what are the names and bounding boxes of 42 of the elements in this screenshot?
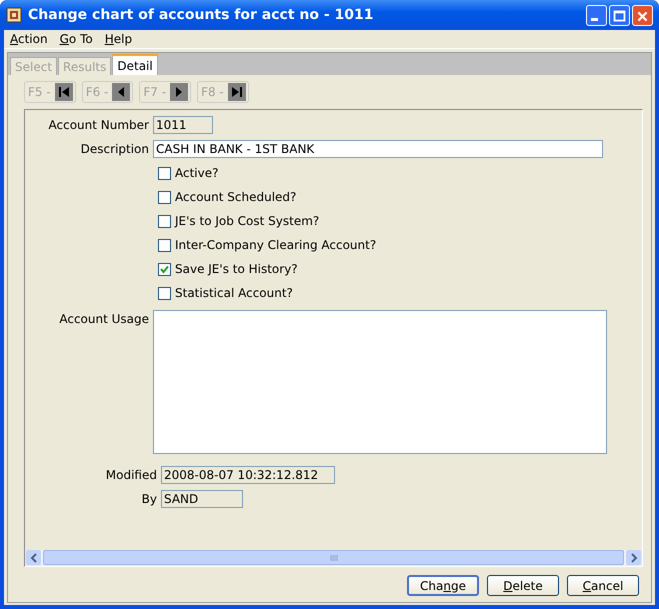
field-label: Account Usage bbox=[58, 311, 150, 326]
checkbox-label: Inter-Company Clearing Account? bbox=[175, 238, 376, 252]
action-button[interactable]: Delete bbox=[487, 575, 559, 596]
checkbox[interactable] bbox=[158, 238, 171, 252]
minimize-button[interactable] bbox=[586, 4, 607, 26]
app-icon bbox=[6, 7, 22, 23]
chevron-left-icon bbox=[28, 552, 38, 562]
checkbox[interactable] bbox=[158, 262, 171, 276]
checkbox-label: Account Scheduled? bbox=[175, 190, 296, 204]
modified-field[interactable]: 2008-08-07 10:32:12.812 bbox=[161, 466, 335, 484]
checkbox-label: Active? bbox=[175, 166, 218, 180]
description-field[interactable]: CASH IN BANK - 1ST BANK bbox=[153, 140, 603, 158]
action-button[interactable]: Cancel bbox=[567, 575, 639, 596]
field-label: Account Number bbox=[48, 118, 150, 132]
grip-icon bbox=[330, 554, 338, 562]
minimize-icon bbox=[591, 18, 598, 20]
modified-by-field[interactable]: SAND bbox=[161, 490, 243, 508]
skip-icon bbox=[228, 83, 246, 101]
menu-item[interactable]: Go To bbox=[60, 32, 93, 46]
checkbox[interactable] bbox=[158, 214, 171, 228]
field-label: Description bbox=[80, 142, 150, 156]
action-button[interactable]: Change bbox=[407, 575, 479, 596]
field-label: Modified bbox=[104, 468, 158, 482]
scroll-right-button[interactable] bbox=[626, 550, 641, 565]
menu-item[interactable]: Action bbox=[10, 32, 48, 46]
checkbox-label: JE's to Job Cost System? bbox=[175, 214, 320, 228]
checkbox-label: Statistical Account? bbox=[175, 286, 293, 300]
checkbox[interactable] bbox=[158, 166, 171, 180]
account-number-field[interactable]: 1011 bbox=[153, 116, 213, 134]
checkbox[interactable] bbox=[158, 286, 171, 300]
account-usage-field[interactable] bbox=[153, 310, 607, 454]
chevron-right-icon bbox=[628, 552, 638, 562]
close-button[interactable] bbox=[632, 4, 653, 26]
skip-icon bbox=[54, 83, 73, 101]
tab[interactable]: Detail bbox=[112, 54, 158, 75]
menu-item[interactable]: Help bbox=[104, 32, 132, 46]
checkbox[interactable] bbox=[158, 190, 171, 204]
window-title: Change chart of accounts for acct no - 1011 bbox=[28, 7, 375, 23]
maximize-button[interactable] bbox=[609, 4, 630, 26]
checkbox-label: Save JE's to History? bbox=[175, 262, 298, 276]
field-label: By bbox=[140, 492, 158, 506]
scroll-left-button[interactable] bbox=[26, 550, 41, 565]
